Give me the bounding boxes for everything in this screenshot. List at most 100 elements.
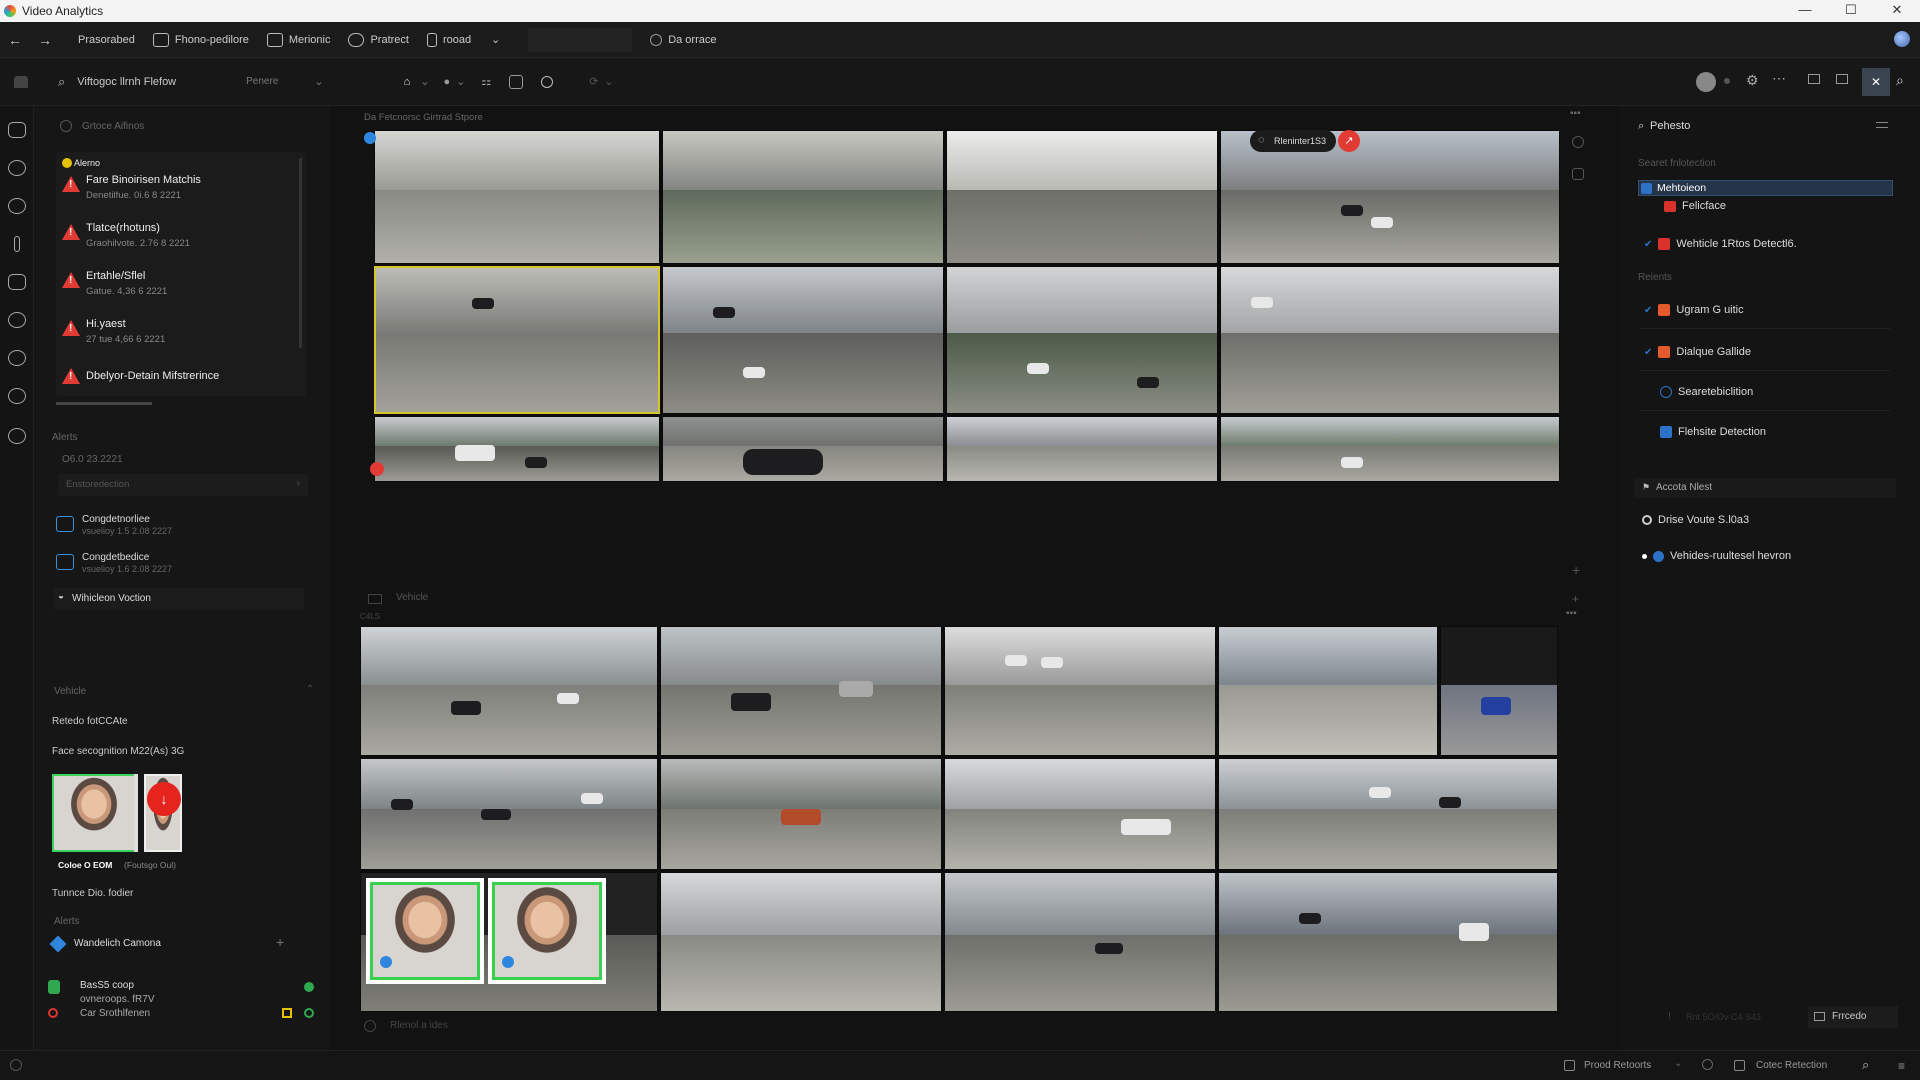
- grid-yellow-icon[interactable]: [282, 1008, 292, 1018]
- detection-search-input[interactable]: Enstoredection ›: [58, 474, 308, 496]
- camera-feed[interactable]: [1218, 626, 1438, 756]
- toolbar-item-phone-pedilore[interactable]: Fhono-pedilore: [152, 32, 249, 47]
- recording-badge[interactable]: ◌ Rleninter1S3: [1250, 130, 1336, 152]
- alerts-scrollbar[interactable]: [299, 158, 302, 348]
- camera-feed[interactable]: [1440, 626, 1558, 756]
- camera-feed[interactable]: [944, 758, 1216, 870]
- print-icon[interactable]: [1808, 74, 1820, 84]
- alert-download-icon[interactable]: ↓: [147, 782, 181, 816]
- toolbar-item-prasorabed[interactable]: Prasorabed: [78, 34, 135, 46]
- refresh-icon[interactable]: [364, 1020, 376, 1032]
- camera-feed[interactable]: [360, 626, 658, 756]
- grid-view-icon[interactable]: ⚏: [481, 75, 491, 88]
- camera-row[interactable]: Wandelich Camona +: [49, 934, 312, 956]
- report-icon[interactable]: [1564, 1060, 1575, 1071]
- camera-feed[interactable]: [946, 266, 1218, 414]
- shield-icon[interactable]: [8, 122, 26, 138]
- camera-feed-selected[interactable]: [374, 266, 660, 414]
- forward-arrow-icon[interactable]: →: [30, 32, 60, 48]
- detection-item[interactable]: Congdetbedice vsuelioy 1.6 2.08 2227: [54, 552, 304, 582]
- user-avatar[interactable]: [1894, 31, 1910, 47]
- pen-icon[interactable]: [14, 236, 20, 252]
- search-icon[interactable]: ⌕: [1896, 72, 1904, 89]
- camera-feed[interactable]: [660, 626, 942, 756]
- camera-feed[interactable]: [1218, 758, 1558, 870]
- sync-icon[interactable]: [1702, 1059, 1713, 1070]
- alert-item[interactable]: Fare Binoirisen Matchis Denetilfue. 0i.6…: [62, 172, 292, 212]
- layout-home-icon[interactable]: ⌂: [404, 76, 411, 88]
- clock-icon[interactable]: [8, 312, 26, 328]
- zoom-icon[interactable]: [541, 75, 554, 88]
- alert-red-icon[interactable]: ↗: [1338, 130, 1360, 152]
- alert-item[interactable]: Tlatce(rhotuns) Graohilvote. 2.76 8 2221: [62, 220, 292, 260]
- collapse-icon[interactable]: ⌃: [306, 684, 314, 695]
- camera-feed[interactable]: [660, 872, 942, 1012]
- camera-feed[interactable]: [946, 416, 1218, 482]
- status-right[interactable]: Cotec Retection: [1756, 1060, 1827, 1071]
- camera-feed[interactable]: [1220, 416, 1560, 482]
- camera-feed[interactable]: [360, 758, 658, 870]
- panel-icon[interactable]: [1836, 74, 1848, 84]
- alert-item[interactable]: Ertahle/Sflel Gatue. 4,36 6 2221: [62, 268, 292, 308]
- camera-icon[interactable]: [8, 274, 26, 290]
- refresh-icon[interactable]: ⟳: [589, 75, 598, 88]
- camera-feed[interactable]: [374, 416, 660, 482]
- camera-feed[interactable]: [1220, 266, 1560, 414]
- detect-icon[interactable]: [1734, 1060, 1745, 1071]
- refresh-icon[interactable]: [8, 350, 26, 366]
- camera-feed[interactable]: [946, 130, 1218, 264]
- toolbar-item-da-orrace[interactable]: Da orrace: [650, 33, 716, 46]
- access-item[interactable]: Drise Voute S.l0a3: [1642, 510, 1749, 530]
- maximize-button[interactable]: ☐: [1828, 0, 1874, 22]
- window-dots-icon[interactable]: ▪▪▪: [1570, 108, 1581, 119]
- camera-feed[interactable]: [662, 266, 944, 414]
- toolbar-search-field[interactable]: [528, 27, 633, 52]
- home-icon[interactable]: [14, 75, 28, 88]
- add-section-icon[interactable]: +: [1572, 592, 1579, 606]
- settings-gear-icon[interactable]: ⚙: [1746, 72, 1759, 89]
- status-left[interactable]: Prood Retoorts: [1584, 1060, 1651, 1071]
- report-item[interactable]: Flehsite Detection: [1660, 422, 1766, 442]
- list-icon[interactable]: ≡: [1898, 1059, 1905, 1073]
- minimize-button[interactable]: —: [1782, 0, 1828, 22]
- horizontal-scrollbar[interactable]: [56, 402, 152, 405]
- toolbar-item-merionic[interactable]: Merionic: [266, 32, 330, 47]
- camera-feed[interactable]: [944, 626, 1216, 756]
- info-icon[interactable]: [1572, 168, 1584, 180]
- camera-feed[interactable]: [662, 416, 944, 482]
- camera-feed[interactable]: [660, 758, 942, 870]
- detection-item-vehicle[interactable]: ◒ Wihicleon Voction: [54, 588, 304, 610]
- camera-feed[interactable]: [374, 130, 660, 264]
- camera-feed[interactable]: [1218, 872, 1558, 1012]
- search-icon[interactable]: ⌕: [58, 74, 65, 90]
- search-icon[interactable]: [8, 198, 26, 214]
- search-icon[interactable]: ⌕: [1862, 1057, 1869, 1073]
- report-item[interactable]: ✔ Ugram G uitic: [1644, 300, 1744, 320]
- camera-icon[interactable]: ●: [443, 76, 450, 88]
- face-thumbnail[interactable]: [52, 774, 136, 852]
- close-view-button[interactable]: ✕: [1862, 68, 1890, 96]
- settings-icon[interactable]: [10, 1059, 22, 1071]
- report-item[interactable]: Searetebiclition: [1660, 382, 1753, 402]
- circle-icon[interactable]: [8, 428, 26, 444]
- footer-button[interactable]: Frrcedo: [1808, 1006, 1898, 1028]
- view-filter-dropdown[interactable]: Penere: [246, 76, 278, 87]
- sub-selected-item[interactable]: Felicface: [1664, 196, 1726, 216]
- back-arrow-icon[interactable]: ←: [0, 32, 30, 48]
- toolbar-item-pratrect[interactable]: Pratrect: [348, 32, 409, 47]
- vehicle-detect-item[interactable]: ✔ Wehticle 1Rtos Detectl6.: [1644, 234, 1797, 254]
- gear-icon[interactable]: [8, 160, 26, 176]
- report-item[interactable]: ✔ Dialque Gallide: [1644, 342, 1751, 362]
- expand-icon[interactable]: [1572, 136, 1584, 148]
- settings-icon[interactable]: [8, 388, 26, 404]
- menu-icon[interactable]: [1876, 122, 1888, 128]
- alert-item[interactable]: Dbelyor-Detain Mifstrerince: [62, 364, 292, 404]
- window-dots-icon[interactable]: ▪▪▪: [1566, 608, 1577, 619]
- detection-item[interactable]: Congdetnorliee vsuelioy 1.5 2.08 2227: [54, 514, 304, 544]
- camera-feed[interactable]: [662, 130, 944, 264]
- access-item[interactable]: Vehides-ruultesel hevron: [1642, 546, 1791, 566]
- toolbar-dropdown[interactable]: rooad ⌄: [426, 32, 500, 47]
- profile-icon[interactable]: [1696, 72, 1716, 92]
- alert-item[interactable]: Hi.yaest 27 tue 4,66 6 2221: [62, 316, 292, 356]
- more-icon[interactable]: ⋯: [1772, 70, 1786, 87]
